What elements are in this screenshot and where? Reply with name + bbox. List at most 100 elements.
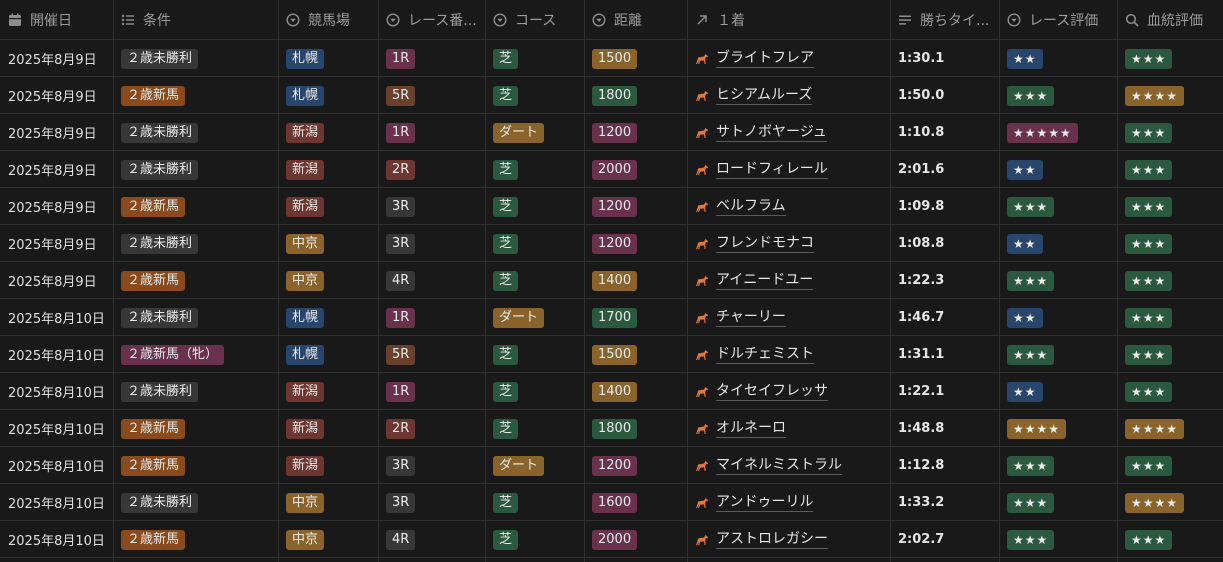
winner-link[interactable]: ドルチェミスト bbox=[695, 345, 814, 364]
cell-distance[interactable]: 1500 bbox=[592, 336, 687, 373]
cell-distance[interactable]: 1400 bbox=[592, 373, 687, 410]
cell-date[interactable]: 2025年8月9日 bbox=[8, 225, 113, 262]
table-row[interactable]: 2025年8月10日 ２歳未勝利 新潟 1R 芝 1400 タイセイフレッサ 1:22.1 ★★… bbox=[0, 373, 1223, 410]
winner-link[interactable]: アンドゥーリル bbox=[695, 493, 814, 512]
column-header-winner[interactable]: １着 bbox=[695, 0, 890, 40]
cell-condition[interactable]: ２歳新馬 bbox=[121, 188, 278, 225]
cell-venue[interactable]: 札幌 bbox=[286, 299, 378, 336]
cell-course[interactable]: 芝 bbox=[493, 40, 584, 77]
winner-name[interactable]: フレンドモナコ bbox=[716, 234, 814, 253]
cell-race-rating[interactable]: ★★★ bbox=[1007, 188, 1117, 225]
column-header-distance[interactable]: 距離 bbox=[592, 0, 687, 40]
cell-race[interactable]: 3R bbox=[386, 225, 485, 262]
cell-distance[interactable]: 1200 bbox=[592, 447, 687, 484]
cell-time[interactable]: 1:30.1 bbox=[898, 40, 999, 77]
cell-venue[interactable]: 新潟 bbox=[286, 373, 378, 410]
cell-blood-rating[interactable]: ★★★ bbox=[1125, 40, 1223, 77]
cell-blood-rating[interactable]: ★★★ bbox=[1125, 521, 1223, 558]
cell-winner[interactable]: マイネルミストラル bbox=[695, 447, 890, 484]
cell-venue[interactable]: 札幌 bbox=[286, 77, 378, 114]
cell-time[interactable]: 1:48.8 bbox=[898, 410, 999, 447]
cell-condition[interactable]: ２歳未勝利 bbox=[121, 114, 278, 151]
cell-winner[interactable]: ブライトフレア bbox=[695, 40, 890, 77]
cell-course[interactable]: 芝 bbox=[493, 262, 584, 299]
cell-blood-rating[interactable]: ★★★ bbox=[1125, 262, 1223, 299]
winner-name[interactable]: ベルフラム bbox=[716, 197, 786, 216]
column-header-blood-rating[interactable]: 血統評価 bbox=[1125, 0, 1223, 40]
cell-date[interactable]: 2025年8月9日 bbox=[8, 188, 113, 225]
cell-race-rating[interactable]: ★★ bbox=[1007, 299, 1117, 336]
cell-date[interactable]: 2025年8月10日 bbox=[8, 521, 113, 558]
cell-race-rating[interactable]: ★★ bbox=[1007, 151, 1117, 188]
column-header-time[interactable]: 勝ちタイ... bbox=[898, 0, 999, 40]
cell-condition[interactable]: ２歳新馬（牝） bbox=[121, 336, 278, 373]
column-header-date[interactable]: 開催日 bbox=[8, 0, 113, 40]
cell-course[interactable]: 芝 bbox=[493, 484, 584, 521]
table-row[interactable]: 2025年8月10日 ２歳新馬 新潟 2R 芝 1800 オルネーロ 1:48.8 ★★★★ ★★… bbox=[0, 410, 1223, 447]
cell-blood-rating[interactable]: ★★★ bbox=[1125, 299, 1223, 336]
cell-blood-rating[interactable]: ★★★ bbox=[1125, 373, 1223, 410]
winner-name[interactable]: ドルチェミスト bbox=[716, 345, 814, 364]
winner-link[interactable]: ベルフラム bbox=[695, 197, 786, 216]
cell-winner[interactable]: タイセイフレッサ bbox=[695, 373, 890, 410]
cell-winner[interactable]: サトノボヤージュ bbox=[695, 114, 890, 151]
cell-race-rating[interactable]: ★★ bbox=[1007, 373, 1117, 410]
cell-time[interactable]: 1:33.2 bbox=[898, 484, 999, 521]
column-header-condition[interactable]: 条件 bbox=[121, 0, 278, 40]
cell-winner[interactable]: アイニードユー bbox=[695, 262, 890, 299]
table-row[interactable]: 2025年8月10日 ２歳未勝利 札幌 1R ダート 1700 チャーリー 1:46.7 ★★ ★… bbox=[0, 299, 1223, 336]
cell-course[interactable]: 芝 bbox=[493, 77, 584, 114]
table-row[interactable]: 2025年8月9日 ２歳未勝利 中京 3R 芝 1200 フレンドモナコ 1:08.8 ★★ ★★… bbox=[0, 225, 1223, 262]
cell-race[interactable]: 2R bbox=[386, 410, 485, 447]
cell-race[interactable]: 1R bbox=[386, 373, 485, 410]
cell-venue[interactable]: 新潟 bbox=[286, 410, 378, 447]
cell-distance[interactable]: 2000 bbox=[592, 521, 687, 558]
cell-venue[interactable]: 新潟 bbox=[286, 114, 378, 151]
table-row[interactable]: 2025年8月9日 ２歳新馬 札幌 5R 芝 1800 ヒシアムルーズ 1:50.0 ★★★ ★★… bbox=[0, 77, 1223, 114]
cell-condition[interactable]: ２歳未勝利 bbox=[121, 225, 278, 262]
winner-link[interactable]: タイセイフレッサ bbox=[695, 382, 828, 401]
cell-venue[interactable]: 札幌 bbox=[286, 40, 378, 77]
winner-name[interactable]: アイニードユー bbox=[716, 271, 814, 290]
cell-blood-rating[interactable]: ★★★ bbox=[1125, 447, 1223, 484]
cell-race[interactable]: 1R bbox=[386, 114, 485, 151]
cell-date[interactable]: 2025年8月9日 bbox=[8, 114, 113, 151]
cell-date[interactable]: 2025年8月10日 bbox=[8, 373, 113, 410]
cell-condition[interactable]: ２歳未勝利 bbox=[121, 151, 278, 188]
winner-link[interactable]: ロードフィレール bbox=[695, 160, 828, 179]
cell-distance[interactable]: 1400 bbox=[592, 262, 687, 299]
cell-race-rating[interactable]: ★★★ bbox=[1007, 77, 1117, 114]
cell-race[interactable]: 1R bbox=[386, 40, 485, 77]
cell-course[interactable]: 芝 bbox=[493, 521, 584, 558]
cell-date[interactable]: 2025年8月10日 bbox=[8, 336, 113, 373]
table-row[interactable]: 2025年8月10日 ２歳未勝利 中京 3R 芝 1600 アンドゥーリル 1:33.2 ★★★… bbox=[0, 484, 1223, 521]
cell-race-rating[interactable]: ★★★★★ bbox=[1007, 114, 1117, 151]
cell-date[interactable]: 2025年8月10日 bbox=[8, 410, 113, 447]
cell-distance[interactable]: 1200 bbox=[592, 225, 687, 262]
table-row[interactable]: 2025年8月10日 ２歳新馬 新潟 3R ダート 1200 マイネルミストラル 1:12.8… bbox=[0, 447, 1223, 484]
cell-distance[interactable]: 1800 bbox=[592, 77, 687, 114]
winner-name[interactable]: アストロレガシー bbox=[716, 530, 828, 549]
cell-race-rating[interactable]: ★★★ bbox=[1007, 447, 1117, 484]
cell-race-rating[interactable]: ★★★ bbox=[1007, 484, 1117, 521]
winner-link[interactable]: ブライトフレア bbox=[695, 49, 814, 68]
cell-winner[interactable]: フレンドモナコ bbox=[695, 225, 890, 262]
cell-race[interactable]: 2R bbox=[386, 151, 485, 188]
cell-course[interactable]: ダート bbox=[493, 114, 584, 151]
column-header-race[interactable]: レース番... bbox=[386, 0, 485, 40]
cell-distance[interactable]: 1500 bbox=[592, 40, 687, 77]
cell-winner[interactable]: オルネーロ bbox=[695, 410, 890, 447]
cell-distance[interactable]: 2000 bbox=[592, 151, 687, 188]
cell-venue[interactable]: 中京 bbox=[286, 262, 378, 299]
cell-date[interactable]: 2025年8月10日 bbox=[8, 447, 113, 484]
winner-link[interactable]: アストロレガシー bbox=[695, 530, 828, 549]
cell-time[interactable]: 1:22.3 bbox=[898, 262, 999, 299]
cell-race[interactable]: 4R bbox=[386, 521, 485, 558]
cell-condition[interactable]: ２歳新馬 bbox=[121, 521, 278, 558]
cell-venue[interactable]: 中京 bbox=[286, 521, 378, 558]
cell-date[interactable]: 2025年8月9日 bbox=[8, 77, 113, 114]
winner-link[interactable]: ヒシアムルーズ bbox=[695, 86, 813, 105]
column-header-race-rating[interactable]: レース評価 bbox=[1007, 0, 1117, 40]
cell-race[interactable]: 5R bbox=[386, 77, 485, 114]
cell-race-rating[interactable]: ★★★ bbox=[1007, 521, 1117, 558]
